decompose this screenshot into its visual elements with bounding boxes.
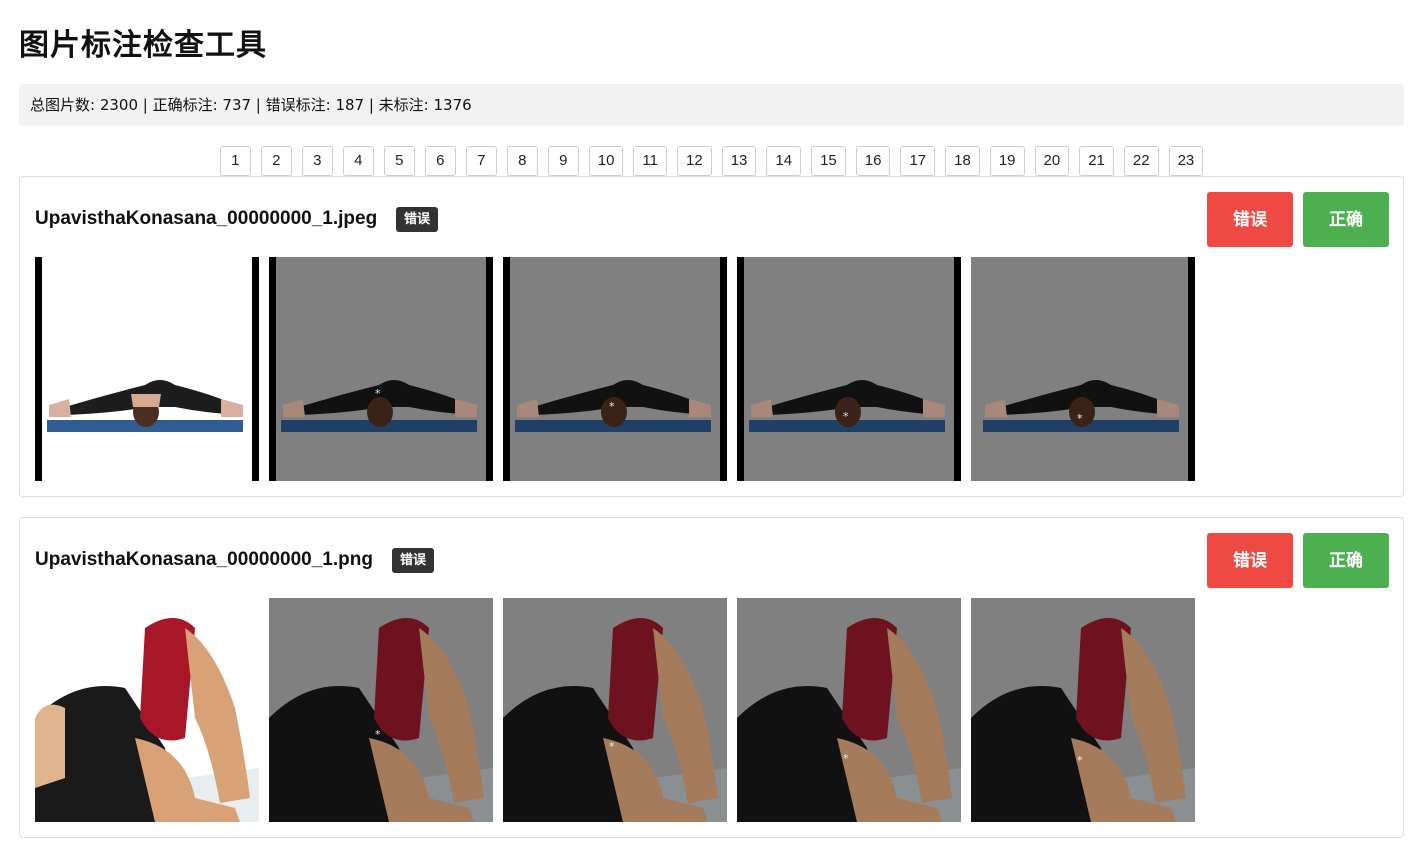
keypoint-overlay-image: *: [737, 257, 961, 481]
page-button[interactable]: 16: [855, 146, 891, 176]
keypoint-overlay-image: *: [503, 257, 727, 481]
stats-bar: 总图片数: 2300 | 正确标注: 737 | 错误标注: 187 | 未标注…: [19, 84, 1404, 126]
page-button[interactable]: 9: [547, 146, 579, 176]
page-button[interactable]: 19: [989, 146, 1025, 176]
pose-figure: [35, 618, 259, 822]
keypoint-marker: *: [1077, 754, 1083, 767]
page-button[interactable]: 14: [766, 146, 802, 176]
keypoint-overlay-image: *: [503, 598, 727, 822]
keypoint-marker: *: [375, 387, 381, 400]
original-image: [35, 598, 259, 822]
page-button[interactable]: 20: [1034, 146, 1070, 176]
keypoint-marker: *: [375, 728, 381, 741]
mark-correct-button[interactable]: 正确: [1303, 192, 1389, 247]
page-title: 图片标注检查工具: [19, 28, 267, 63]
page-button[interactable]: 13: [721, 146, 757, 176]
pagination-buttons: 1 2 3 4 5 6 7 8 9 10 11 12 13 14 15 16 17 18 19 20 21 22 23: [219, 146, 1204, 176]
page-button[interactable]: 6: [424, 146, 456, 176]
mark-correct-button[interactable]: 正确: [1303, 533, 1389, 588]
original-image: [35, 257, 259, 481]
keypoint-marker: *: [843, 410, 849, 423]
page-button[interactable]: 12: [677, 146, 712, 176]
keypoint-overlay-image: *: [971, 257, 1195, 481]
thumbnail-row: * * * *: [35, 257, 1195, 481]
status-badge: 错误: [396, 207, 439, 232]
image-filename: UpavisthaKonasana_00000000_1.jpeg: [35, 208, 378, 229]
page-button[interactable]: 18: [945, 146, 980, 176]
page-button[interactable]: 7: [465, 146, 497, 176]
status-badge: 错误: [392, 548, 435, 573]
keypoint-overlay-image: *: [971, 598, 1195, 822]
page-button[interactable]: 4: [342, 146, 374, 176]
page-button[interactable]: 1: [219, 146, 251, 176]
page-button[interactable]: 17: [900, 146, 936, 176]
page-button[interactable]: 5: [383, 146, 415, 176]
page-button[interactable]: 8: [506, 146, 538, 176]
keypoint-marker: *: [609, 400, 615, 413]
page-button[interactable]: 23: [1168, 146, 1204, 176]
keypoint-overlay-image: *: [269, 257, 493, 481]
keypoint-marker: *: [1077, 412, 1083, 425]
thumbnail-row: * * * *: [35, 598, 1195, 822]
page-button[interactable]: 15: [811, 146, 846, 176]
page-button[interactable]: 22: [1123, 146, 1159, 176]
mark-wrong-button[interactable]: 错误: [1207, 192, 1293, 247]
page-button[interactable]: 21: [1079, 146, 1114, 176]
image-card: UpavisthaKonasana_00000000_1.jpeg 错误 错误 …: [19, 176, 1404, 497]
page-button[interactable]: 2: [260, 146, 292, 176]
image-filename: UpavisthaKonasana_00000000_1.png: [35, 549, 373, 570]
pose-figure: [47, 380, 243, 432]
keypoint-overlay-image: *: [737, 598, 961, 822]
mark-wrong-button[interactable]: 错误: [1207, 533, 1293, 588]
page: 图片标注检查工具 总图片数: 2300 | 正确标注: 737 | 错误标注: …: [0, 0, 1416, 850]
pagination: 1 2 3 4 5 6 7 8 9 10 11 12 13 14 15 16 17 18 19 20 21 22 23: [0, 146, 1416, 176]
page-button[interactable]: 11: [633, 146, 667, 176]
keypoint-overlay-image: *: [269, 598, 493, 822]
page-button[interactable]: 3: [301, 146, 333, 176]
keypoint-marker: *: [609, 740, 615, 753]
keypoint-marker: *: [843, 752, 849, 765]
image-card: UpavisthaKonasana_00000000_1.png 错误 错误 正…: [19, 517, 1404, 838]
page-button[interactable]: 10: [588, 146, 624, 176]
